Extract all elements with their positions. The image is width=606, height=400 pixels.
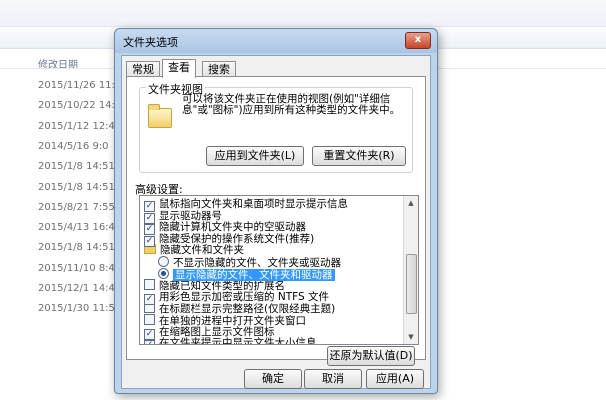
setting-row[interactable]: ✓ 隐藏受保护的操作系统文件(推荐) [144,232,315,247]
setting-row[interactable]: ✓ 在缩略图上显示文件图标 [144,325,275,340]
checkbox-checked-icon[interactable]: ✓ [144,212,155,224]
setting-label: 鼠标指向文件夹和桌面项时显示提示信息 [159,198,348,210]
view-tab-panel: 文件夹视图 可以将该文件夹正在使用的视图(例如"详细信息"或"图标")应用到所有… [126,76,426,366]
scroll-thumb[interactable] [406,254,417,314]
setting-label: 隐藏已知文件类型的扩展名 [159,280,285,293]
file-date-cell: 2015/1/30 11:5 [38,303,115,315]
checkbox-unchecked-icon[interactable] [144,279,155,291]
file-date-cell: 2015/1/12 12:4 [38,120,115,132]
settings-scrollbar[interactable]: ▲ ▼ [403,196,418,344]
setting-row[interactable]: 隐藏已知文件类型的扩展名 [144,279,285,293]
checkbox-checked-icon[interactable]: ✓ [144,293,155,305]
file-date-cell: 2015/10/22 14: [38,100,115,112]
scroll-up-icon[interactable]: ▲ [404,196,418,210]
checkbox-checked-icon[interactable]: ✓ [144,201,155,212]
folder-views-group: 文件夹视图 可以将该文件夹正在使用的视图(例如"详细信息"或"图标")应用到所有… [139,81,413,173]
close-button[interactable]: x [405,32,431,49]
setting-label: 显示驱动器号 [159,209,222,222]
setting-label: 在标题栏显示完整路径(仅限经典主题) [159,303,336,316]
dialog-titlebar[interactable]: 文件夹选项 x [115,29,437,53]
setting-row[interactable]: 在单独的进程中打开文件夹窗口 [144,314,306,327]
setting-row[interactable]: 显示隐藏的文件、文件夹和驱动器 [158,267,335,281]
file-date-cell: 2015/11/26 11:4 [38,80,122,91]
checkbox-checked-icon[interactable]: ✓ [144,224,155,236]
setting-label: 隐藏计算机文件夹中的空驱动器 [159,221,306,234]
setting-label: 在缩略图上显示文件图标 [159,325,275,338]
scroll-down-icon[interactable]: ▼ [404,330,418,344]
advanced-settings-list[interactable]: ✓ 在文件夹提示中显示文件大小信息 ✓ 在缩略图上显示文件图标在单独的进程中打开文件夹… [139,195,419,345]
ok-button[interactable]: 确定 [244,369,302,389]
checkbox-checked-icon[interactable]: ✓ [144,235,155,247]
file-date-cell: 2015/1/8 14:51 [38,181,115,193]
tab-view[interactable]: 查看 [162,59,196,78]
setting-label: 不显示隐藏的文件、文件夹或驱动器 [173,257,341,269]
checkbox-checked-icon[interactable]: ✓ [144,328,155,340]
file-date-cell: 2015/1/8 14:51 [38,242,115,254]
checkbox-unchecked-icon[interactable] [144,314,155,325]
apply-button[interactable]: 应用(A) [366,369,424,389]
setting-label: 显示隐藏的文件、文件夹和驱动器 [173,268,335,281]
close-icon: x [414,34,422,45]
file-date-cell: 2015/12/1 14:4 [38,283,115,294]
dialog-client: 常规 查看 搜索 文件夹视图 可以将该文件夹正在使用的视图(例如"详细信息"或"… [121,55,431,389]
reset-folders-button[interactable]: 重置文件夹(R) [312,146,406,166]
dialog-title: 文件夹选项 [123,36,178,49]
setting-row[interactable]: 在标题栏显示完整路径(仅限经典主题) [144,302,336,316]
setting-label: 隐藏文件和文件夹 [160,244,244,257]
cancel-button[interactable]: 取消 [304,369,362,389]
radio-selected-icon[interactable] [158,267,169,279]
file-date-cell: 2014/5/16 9:0 [38,140,109,152]
setting-row[interactable]: 隐藏文件和文件夹 [144,244,244,256]
setting-row[interactable]: ✓ 在文件夹提示中显示文件大小信息 [144,337,317,345]
folder-icon [148,104,172,128]
file-date-cell: 2015/4/13 16:4 [38,222,115,234]
folder-views-description: 可以将该文件夹正在使用的视图(例如"详细信息"或"图标")应用到所有这种类型的文… [182,93,401,116]
setting-row[interactable]: ✓ 鼠标指向文件夹和桌面项时显示提示信息 [144,198,348,212]
setting-row[interactable]: ✓ 用彩色显示加密或压缩的 NTFS 文件 [144,290,329,305]
setting-label: 在文件夹提示中显示文件大小信息 [159,337,317,345]
restore-defaults-button[interactable]: 还原为默认值(D) [327,346,415,366]
setting-row[interactable]: ✓ 显示驱动器号 [144,209,222,224]
file-date-cell: 2015/8/21 7:55 [38,201,115,213]
setting-label: 用彩色显示加密或压缩的 NTFS 文件 [159,290,329,303]
radio-unselected-icon[interactable] [158,256,169,267]
setting-label: 隐藏受保护的操作系统文件(推荐) [159,232,315,245]
setting-row[interactable]: 不显示隐藏的文件、文件夹或驱动器 [158,256,341,269]
setting-row[interactable]: ✓ 隐藏计算机文件夹中的空驱动器 [144,221,306,236]
setting-label: 在单独的进程中打开文件夹窗口 [159,315,306,327]
file-date-cell: 2015/11/10 8:4 [38,262,115,274]
file-date-cell: 2015/1/8 14:51 [38,161,115,173]
tab-general[interactable]: 常规 [126,61,160,77]
checkbox-checked-icon[interactable]: ✓ [144,340,155,344]
folder-options-dialog: 文件夹选项 x 常规 查看 搜索 文件夹视图 可以将该文件夹正在使用的视图(例如… [114,28,438,394]
tab-search[interactable]: 搜索 [202,61,236,77]
apply-to-folders-button[interactable]: 应用到文件夹(L) [206,146,304,166]
